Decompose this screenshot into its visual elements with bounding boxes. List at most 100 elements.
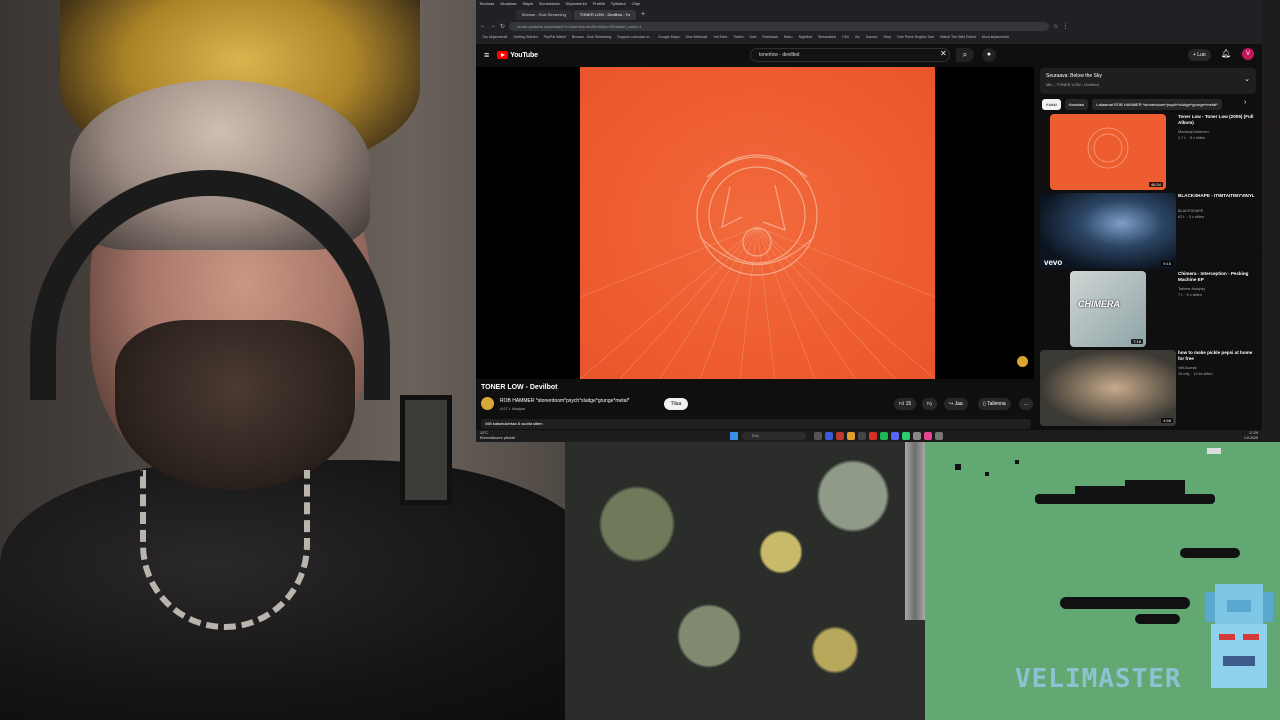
menu-item[interactable]: Näytä	[522, 0, 532, 8]
mix-playlist-panel[interactable]: Seuraava: Below the Sky Mix – TONER LOW …	[1040, 68, 1256, 94]
app-icon[interactable]	[825, 432, 833, 440]
recommendation-thumbnail[interactable]: 4:58	[1040, 350, 1176, 426]
bookmark-item[interactable]: YouTube	[713, 32, 727, 42]
chip-related[interactable]: Haustasi	[1064, 99, 1089, 110]
account-avatar[interactable]: V	[1242, 48, 1254, 60]
bookmark-item[interactable]: PayPal Wallet	[544, 32, 566, 42]
like-button[interactable]: 👍︎ 15	[894, 398, 917, 410]
bookmark-item[interactable]: Tuo kirjanmerkit	[482, 32, 507, 42]
recommendation-thumbnail[interactable]: vevo 9:15	[1040, 193, 1176, 269]
recommendation-thumbnail[interactable]: 46:34	[1050, 114, 1166, 190]
menu-item[interactable]: Kirjanmerkit	[566, 0, 587, 8]
chip-channel[interactable]: Lataamat ROB HAMMER *stonerdoom*psych*sl…	[1092, 99, 1222, 110]
bookmark-item[interactable]: Getting Started	[513, 32, 537, 42]
recommendation-meta: 19 milj. · 12 kk sitten	[1178, 372, 1213, 376]
bookmark-item[interactable]: Watch The Wild Robot	[940, 32, 976, 42]
youtube-logo[interactable]: YouTube	[497, 51, 538, 59]
bookmark-item[interactable]: Google Maps	[658, 32, 679, 42]
recommendation-title[interactable]: how to make pickle pepsi at home for fre…	[1178, 350, 1256, 362]
c64-game-overlay: VELIMASTER	[925, 442, 1280, 720]
menu-item[interactable]: Ohje	[632, 0, 640, 8]
subscribe-button[interactable]: Tilaa	[664, 398, 688, 410]
bookmark-item[interactable]: One Piece English Sub	[897, 32, 934, 42]
discord-icon[interactable]	[891, 432, 899, 440]
taskbar-search-input[interactable]: Etsi	[742, 432, 806, 440]
chip-all[interactable]: Kaikki	[1042, 99, 1061, 110]
recommendation-thumbnail[interactable]: CHIMERA 7:18	[1070, 271, 1146, 347]
file-explorer-icon[interactable]	[847, 432, 855, 440]
more-actions-button[interactable]: ...	[1019, 398, 1034, 410]
task-view-icon[interactable]	[814, 432, 822, 440]
app-icon[interactable]	[836, 432, 844, 440]
recommendation-title[interactable]: BLACKSHAPE - ITIMTAITIMYVINYL	[1178, 193, 1256, 199]
voice-search-button[interactable]: ●	[982, 48, 996, 62]
browser-icon[interactable]	[869, 432, 877, 440]
bookmark-item[interactable]: Rainbows	[762, 32, 778, 42]
bookmark-item[interactable]: Oba Webmail	[686, 32, 708, 42]
save-button[interactable]: ▯ Tallenna	[978, 398, 1011, 410]
new-tab-button[interactable]: +	[638, 10, 648, 20]
bookmark-item[interactable]: C64	[842, 32, 849, 42]
bookmark-item[interactable]: Vic	[855, 32, 860, 42]
app-icon[interactable]	[913, 432, 921, 440]
share-button[interactable]: ↪ Jaa	[944, 398, 968, 410]
address-bar[interactable]: music.youtube.com/watch?v=tonerlow-devil…	[509, 21, 1050, 31]
bookmark-item[interactable]: Kick	[750, 32, 757, 42]
bookmark-item[interactable]: Bahu	[784, 32, 792, 42]
search-input[interactable]: tonerlow - devilbot	[750, 48, 950, 62]
app-icon[interactable]	[902, 432, 910, 440]
chevron-down-icon[interactable]: ⌄	[1244, 75, 1250, 83]
bookmark-item[interactable]: Vinyl	[883, 32, 891, 42]
search-button[interactable]: ⌕	[956, 48, 974, 62]
recommendation-channel[interactable]: Tarkner Autopsy	[1178, 287, 1205, 291]
windows-start-icon[interactable]	[730, 432, 738, 440]
browser-tab[interactable]: Browse - Kick Streaming	[516, 10, 572, 20]
recommendation-title[interactable]: Chimera - Interception - Pecking Machine…	[1178, 271, 1256, 283]
extensions-icon[interactable]: ⋮	[1062, 23, 1068, 30]
recommendation-title[interactable]: Toner Low - Toner Low (2005) (Full Album…	[1178, 114, 1256, 126]
bookmark-item[interactable]: Browse - Kick Streaming	[572, 32, 611, 42]
bookmark-item[interactable]: Nightbot	[799, 32, 812, 42]
bookmark-item[interactable]: Twitch	[733, 32, 743, 42]
back-arrow-icon[interactable]: ←	[480, 23, 486, 29]
channel-name[interactable]: ROB HAMMER *stonerdoom*psych*sludge*grun…	[500, 398, 630, 404]
hamburger-menu-icon[interactable]: ≡	[484, 50, 489, 60]
bookmark-item[interactable]: Streamlabs	[818, 32, 836, 42]
app-icon[interactable]	[924, 432, 932, 440]
clock-date: 1.8.2025	[1244, 435, 1258, 440]
app-icon[interactable]	[858, 432, 866, 440]
menu-item[interactable]: Profiilit	[593, 0, 605, 8]
channel-watermark-icon[interactable]	[1017, 356, 1028, 367]
channel-avatar[interactable]	[481, 397, 494, 410]
recommendation-item[interactable]: CHIMERA 7:18 Chimera - Interception - Pe…	[1040, 271, 1256, 347]
browser-tab-active[interactable]: TONER LOW - Devilbot - Yo	[573, 10, 636, 20]
weather-widget[interactable]: 12°C Enimmäkseen pilvistä	[480, 431, 515, 440]
recommendation-item[interactable]: 4:58 how to make pickle pepsi at home fo…	[1040, 350, 1256, 426]
bookmark-item[interactable]: Muut kirjanmerkit	[982, 32, 1009, 42]
system-clock[interactable]: 17:29 1.8.2025	[1244, 431, 1258, 440]
chevron-right-icon[interactable]: ›	[1244, 99, 1246, 106]
video-player[interactable]	[476, 67, 1034, 379]
dislike-button[interactable]: 👎︎	[922, 398, 938, 410]
app-icon[interactable]	[935, 432, 943, 440]
notifications-bell-icon[interactable]: 🔔︎	[1221, 49, 1231, 58]
recommendation-item[interactable]: 46:34 Toner Low - Toner Low (2005) (Full…	[1040, 114, 1256, 190]
star-icon[interactable]: ☆	[1053, 23, 1058, 30]
bookmark-item[interactable]: Support unknown m...	[617, 32, 652, 42]
menu-item[interactable]: Muokkaa	[500, 0, 516, 8]
menu-item[interactable]: Tiedosto	[479, 0, 494, 8]
recommendation-channel[interactable]: MonkeyDoldemon	[1178, 130, 1209, 134]
bookmark-item[interactable]: Games	[866, 32, 878, 42]
menu-item[interactable]: Työkalut	[611, 0, 626, 8]
recommendation-channel[interactable]: VeliJuumat	[1178, 366, 1197, 370]
reload-icon[interactable]: ↻	[500, 23, 505, 30]
menu-item[interactable]: Sivuhistoria	[539, 0, 560, 8]
clear-search-icon[interactable]: ✕	[940, 49, 947, 58]
recommendation-item[interactable]: vevo 9:15 BLACKSHAPE - ITIMTAITIMYVINYL …	[1040, 193, 1256, 269]
spotify-icon[interactable]	[880, 432, 888, 440]
recommendation-channel[interactable]: BLACKSHAPE	[1178, 209, 1203, 213]
microphone-icon: ●	[986, 51, 992, 58]
video-description-box[interactable]: 498 katselukertaa 8 vuotta sitten	[481, 419, 1031, 429]
forward-arrow-icon[interactable]: →	[490, 23, 496, 29]
create-button[interactable]: + Luo	[1188, 49, 1211, 61]
